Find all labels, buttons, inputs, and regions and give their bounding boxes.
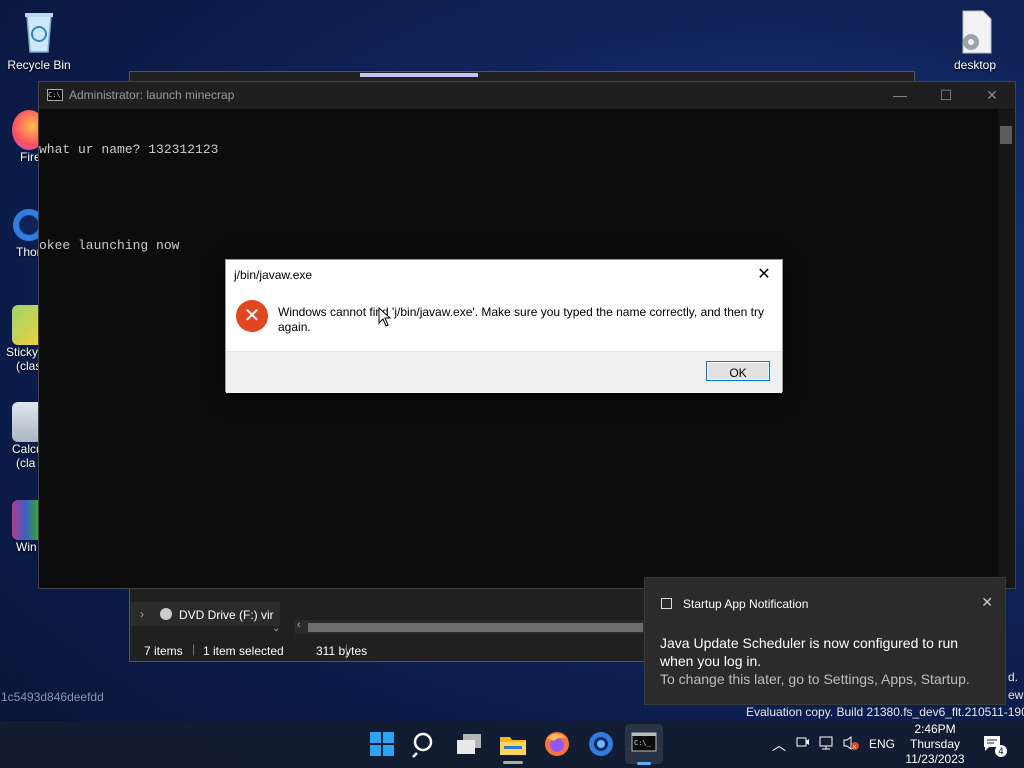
chevron-down-icon[interactable]: ⌄ — [272, 623, 280, 634]
watermark-edge-2: ew — [1008, 688, 1024, 702]
toast-body: Java Update Scheduler is now configured … — [660, 635, 959, 669]
firefox-label: Fire — [20, 150, 38, 164]
network-icon[interactable] — [818, 735, 836, 754]
chevron-right-icon[interactable]: › — [140, 607, 144, 621]
active-indicator — [637, 762, 651, 765]
status-size: 311 bytes — [316, 644, 368, 658]
error-icon: ✕ — [236, 300, 268, 332]
running-indicator — [503, 761, 523, 764]
console-line: okee launching now — [39, 238, 180, 253]
nav-item-dvd-drive[interactable]: › DVD Drive (F:) vir — [130, 602, 280, 626]
toast-close-button[interactable]: ✕ — [981, 594, 993, 611]
desktop-icon-sticky-notes[interactable]: Sticky (clas — [0, 305, 38, 373]
start-icon[interactable] — [367, 729, 397, 759]
toast-subtext: To change this later, go to Settings, Ap… — [660, 671, 970, 687]
desktop-icon-desktop-file[interactable]: desktop — [936, 10, 1014, 72]
clock-day: Thursday — [909, 737, 961, 751]
calculator-icon — [12, 402, 38, 442]
scroll-left-icon[interactable]: ‹ — [297, 619, 301, 631]
taskbar: C:\_ ︿ x ENG 2:46PM Thursday 11/23/2023 … — [0, 721, 1024, 768]
watermark-edge-1: d. — [1008, 670, 1019, 684]
firefox-icon — [12, 110, 38, 150]
ok-button[interactable]: OK — [706, 361, 770, 381]
sticky-notes-icon — [12, 305, 38, 345]
dialog-close-button[interactable]: ✕ — [752, 264, 776, 286]
desktop-icon-firefox[interactable]: Fire — [0, 110, 38, 164]
scrollbar-thumb[interactable] — [308, 623, 643, 632]
cmd-titlebar[interactable]: C:\ Administrator: launch minecrap — ☐ ✕ — [39, 82, 1015, 109]
desktop-icon-winrar[interactable]: Win — [0, 500, 38, 554]
tray-chevron-up-icon[interactable]: ︿ — [772, 735, 786, 755]
status-divider-2: | — [345, 642, 349, 656]
console-line: what ur name? 132312123 — [39, 142, 219, 157]
winrar-label: Win — [16, 540, 37, 554]
search-icon[interactable] — [410, 729, 440, 759]
recycle-bin-icon — [19, 10, 59, 54]
hash-text: 1c5493d846deefdd — [1, 690, 104, 704]
thorium-label: Thor — [16, 245, 38, 259]
horizontal-scrollbar[interactable]: ‹ — [295, 619, 645, 634]
sticky-notes-label-2: (clas — [16, 359, 38, 373]
volume-muted-icon[interactable]: x — [842, 735, 860, 754]
explorer-status-bar: 7 items | 1 item selected 311 bytes | — [130, 637, 650, 661]
build-watermark: Evaluation copy. Build 21380.fs_dev6_flt… — [746, 705, 1024, 719]
file-explorer-icon[interactable] — [498, 729, 528, 764]
clock-date: 11/23/2023 — [905, 752, 965, 766]
clock-time: 2:46PM — [914, 722, 956, 736]
startup-app-icon — [661, 598, 672, 609]
status-selected: 1 item selected — [203, 644, 284, 658]
desktop-icon-thorium[interactable]: Thor — [0, 205, 38, 259]
thorium-icon — [12, 205, 38, 245]
desktop-icon-calculator[interactable]: Calcu (cla — [0, 402, 38, 470]
startup-notification-toast[interactable]: Startup App Notification ✕ Java Update S… — [644, 577, 1006, 705]
task-view-icon[interactable] — [454, 729, 484, 759]
dialog-title: j/bin/javaw.exe — [234, 268, 313, 282]
svg-text:C:\_: C:\_ — [634, 739, 652, 747]
terminal-icon[interactable]: C:\_ — [625, 724, 663, 765]
nav-item-label: DVD Drive (F:) vir — [179, 608, 274, 622]
cmd-scrollbar-thumb[interactable] — [1000, 126, 1012, 144]
firefox-icon[interactable] — [542, 729, 572, 759]
clock[interactable]: 2:46PM Thursday 11/23/2023 — [900, 722, 970, 767]
minimize-button[interactable]: — — [877, 82, 923, 109]
close-button[interactable]: ✕ — [969, 82, 1015, 109]
error-dialog[interactable]: j/bin/javaw.exe ✕ ✕ Windows cannot find … — [225, 259, 783, 393]
calculator-label: Calcu — [12, 442, 38, 456]
desktop-icon-recycle-bin[interactable]: Recycle Bin — [0, 10, 78, 72]
sticky-notes-label: Sticky — [6, 345, 38, 359]
cmd-scrollbar[interactable] — [998, 110, 1015, 588]
cmd-title: Administrator: launch minecrap — [69, 88, 235, 102]
status-items: 7 items — [144, 644, 183, 658]
thorium-icon[interactable] — [586, 729, 616, 759]
toast-header: Startup App Notification — [683, 597, 809, 611]
explorer-tab-highlight — [360, 73, 478, 77]
cmd-app-icon: C:\ — [47, 89, 63, 101]
winrar-icon — [12, 500, 38, 540]
dialog-footer: OK — [226, 351, 782, 393]
webcam-icon[interactable] — [796, 735, 810, 752]
console-output[interactable]: what ur name? 132312123 okee launching n… — [39, 110, 218, 286]
dvd-drive-icon — [160, 608, 172, 620]
status-divider: | — [192, 642, 196, 656]
calculator-label-2: (cla — [16, 456, 36, 470]
recycle-bin-label: Recycle Bin — [7, 58, 71, 72]
desktop-file-label: desktop — [953, 58, 997, 72]
maximize-button[interactable]: ☐ — [923, 82, 969, 109]
dialog-message: Windows cannot find 'j/bin/javaw.exe'. M… — [278, 305, 764, 334]
language-indicator[interactable]: ENG — [869, 737, 895, 751]
mouse-cursor-icon — [378, 307, 392, 327]
notification-count-badge: 4 — [995, 745, 1007, 757]
svg-text:x: x — [853, 744, 857, 751]
settings-file-icon — [955, 10, 995, 54]
